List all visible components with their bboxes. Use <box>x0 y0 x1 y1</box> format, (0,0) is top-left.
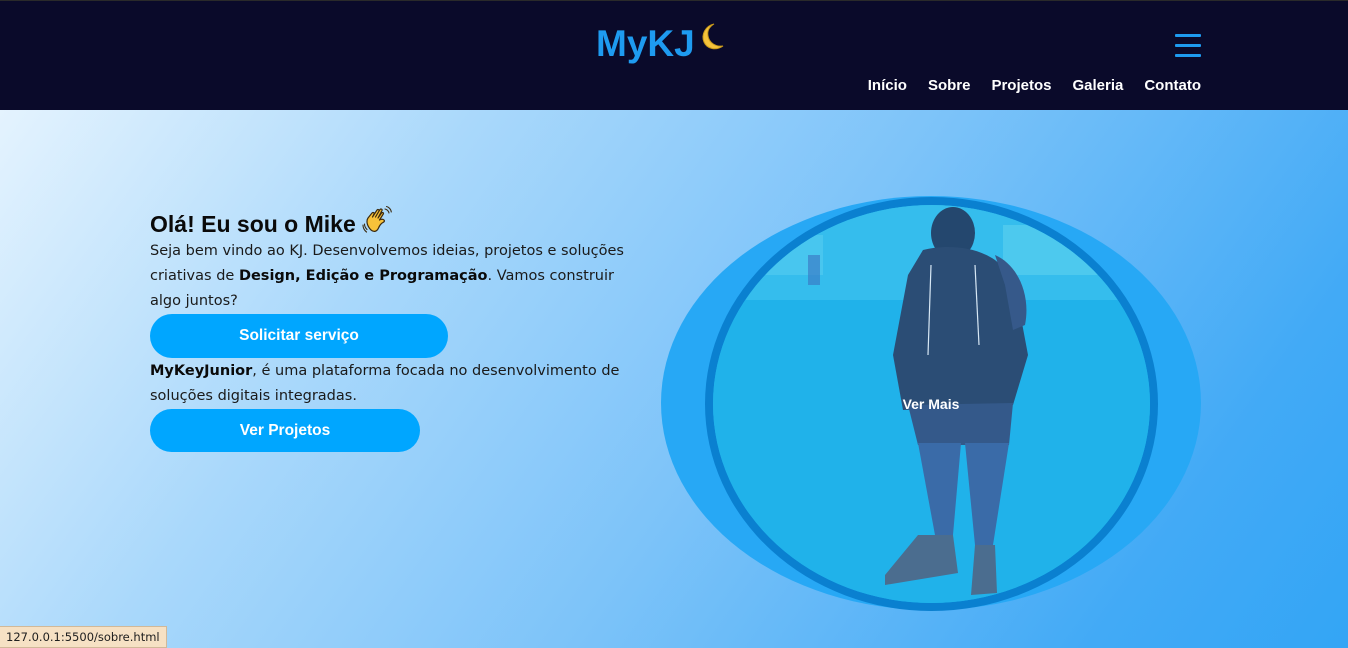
nav-link-contato[interactable]: Contato <box>1144 77 1201 94</box>
hero-section: Olá! Eu sou o Mike Seja bem vindo ao KJ.… <box>0 110 1348 648</box>
hamburger-menu-icon[interactable] <box>1175 32 1201 60</box>
view-projects-button[interactable]: Ver Projetos <box>150 409 420 452</box>
crescent-moon-icon <box>702 23 724 50</box>
hero-intro: Seja bem vindo ao KJ. Desenvolvemos idei… <box>150 239 625 314</box>
site-logo[interactable]: MyKJ <box>596 23 695 65</box>
hero-about: MyKeyJunior, é uma plataforma focada no … <box>150 359 620 409</box>
intro-bold: Design, Edição e Programação <box>238 268 488 284</box>
nav-link-galeria[interactable]: Galeria <box>1072 77 1123 94</box>
view-more-link[interactable]: Ver Mais <box>870 396 992 412</box>
site-header: MyKJ Início Sobre Projetos Galeria Conta… <box>0 0 1348 110</box>
waving-hand-icon <box>362 205 392 233</box>
nav-link-sobre[interactable]: Sobre <box>928 77 971 94</box>
hero-greeting: Olá! Eu sou o Mike <box>150 205 392 238</box>
nav-link-inicio[interactable]: Início <box>868 77 907 94</box>
status-bar-url: 127.0.0.1:5500/sobre.html <box>0 626 167 648</box>
nav-link-projetos[interactable]: Projetos <box>991 77 1051 94</box>
about-brand: MyKeyJunior <box>150 363 253 379</box>
request-service-button[interactable]: Solicitar serviço <box>150 314 448 358</box>
greeting-text: Olá! Eu sou o Mike <box>150 211 356 237</box>
main-nav: Início Sobre Projetos Galeria Contato <box>847 77 1201 94</box>
